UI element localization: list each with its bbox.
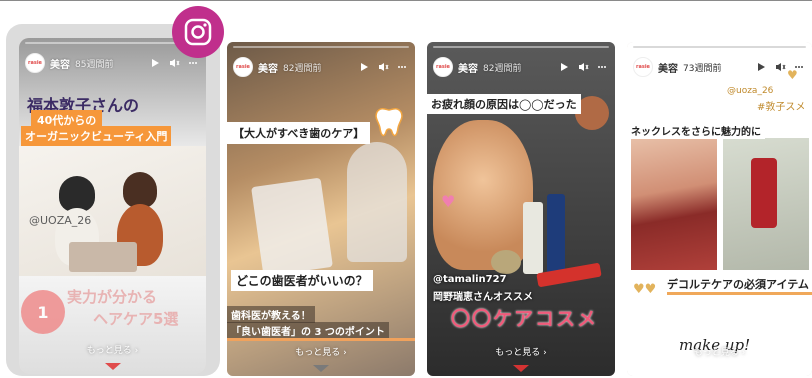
heart-icon: ♥ xyxy=(441,192,456,211)
posted-time: 82週間前 xyxy=(283,63,322,74)
play-icon[interactable] xyxy=(754,60,768,74)
underline-accent xyxy=(667,292,812,295)
mute-icon[interactable] xyxy=(576,60,590,74)
story-recommend: 岡野瑞恵さんオススメ xyxy=(433,292,533,303)
more-icon[interactable] xyxy=(395,60,409,74)
heart-icon: ♥♥ xyxy=(633,282,657,297)
story-title: 【大人がすべき歯のケア】 xyxy=(227,122,371,144)
product-table xyxy=(69,242,137,272)
story-card-4[interactable]: rasie 美容 73週間前 @uoza_26 #敦子スメ ♥ ネックレスをさら… xyxy=(627,42,812,376)
story-caption: ネックレスをさらに魅力的に xyxy=(627,122,765,139)
story-handle: @UOZA_26 xyxy=(29,214,92,227)
product-tube-1 xyxy=(523,202,543,274)
play-icon[interactable] xyxy=(557,60,571,74)
necklace-photo xyxy=(631,138,717,270)
story-handle: @tamalin727 xyxy=(433,274,507,285)
story-hashtag: #敦子スメ xyxy=(757,102,806,113)
story-title: お疲れ顔の原因は◯◯だった xyxy=(427,94,581,114)
story-card-1[interactable]: rasie 美容 85週間前 福本敦子さんの 40代からの オーガニックビューテ… xyxy=(19,38,206,374)
story-subtitle-2: オーガニックビューティ入門 xyxy=(21,126,172,146)
story-progress xyxy=(433,46,609,48)
story-line-1: 歯科医が教える！ xyxy=(227,306,315,323)
more-icon[interactable] xyxy=(595,60,609,74)
account-name[interactable]: 美容 xyxy=(258,60,278,75)
number-badge: 1 xyxy=(21,290,65,334)
posted-time: 82週間前 xyxy=(483,63,522,74)
chevron-down-icon xyxy=(104,363,121,370)
avatar[interactable]: rasie xyxy=(25,53,45,73)
avatar[interactable]: rasie xyxy=(633,57,653,77)
story-header: rasie 美容 73週間前 xyxy=(633,56,806,78)
product-tube-2 xyxy=(547,194,565,274)
avatar[interactable]: rasie xyxy=(233,57,253,77)
play-icon[interactable] xyxy=(357,60,371,74)
story-header: rasie 美容 82週間前 xyxy=(233,56,409,78)
story-question: どこの歯医者がいいの？ xyxy=(231,270,373,291)
story-header: rasie 美容 85週間前 xyxy=(25,52,200,74)
see-more-link[interactable]: もっと見る › xyxy=(627,345,812,358)
tooth-icon xyxy=(371,106,407,144)
story-line-2: 「良い歯医者」の 3 つのポイント xyxy=(227,322,389,339)
chevron-down-icon xyxy=(513,365,529,372)
oil-bottle xyxy=(751,158,777,228)
story-progress xyxy=(233,46,409,48)
play-icon[interactable] xyxy=(148,56,162,70)
see-more-link[interactable]: もっと見る › xyxy=(227,345,415,358)
mute-icon[interactable] xyxy=(167,56,181,70)
story-card-2[interactable]: rasie 美容 82週間前 【大人がすべき歯のケア】 どこの歯医者がいいの？ … xyxy=(227,42,415,376)
chevron-down-icon xyxy=(313,365,329,372)
story-caption-2: ヘアケア5選 xyxy=(93,310,179,328)
mute-icon[interactable] xyxy=(376,60,390,74)
story-progress xyxy=(633,46,806,48)
story-headline: 〇〇ケアコスメ xyxy=(451,308,599,330)
story-caption-1: 実力が分かる xyxy=(67,288,158,306)
posted-time: 73週間前 xyxy=(683,63,722,74)
account-name[interactable]: 美容 xyxy=(50,56,70,71)
story-card-3[interactable]: rasie 美容 82週間前 お疲れ顔の原因は◯◯だった ♥ @tamalin7… xyxy=(427,42,615,376)
mute-icon[interactable] xyxy=(773,60,787,74)
story-headline: デコルテケアの必須アイテム xyxy=(667,278,809,291)
more-icon[interactable] xyxy=(792,60,806,74)
account-name[interactable]: 美容 xyxy=(458,60,478,75)
instagram-icon[interactable] xyxy=(172,6,224,58)
posted-time: 85週間前 xyxy=(75,59,114,70)
story-handle: @uoza_26 xyxy=(727,86,774,96)
see-more-link[interactable]: もっと見る › xyxy=(19,343,206,356)
underline-accent xyxy=(227,338,415,341)
person-1-hair xyxy=(59,176,95,212)
person-2-hair xyxy=(123,172,157,208)
see-more-link[interactable]: もっと見る › xyxy=(427,345,615,358)
dentist-image xyxy=(347,142,407,262)
avatar[interactable]: rasie xyxy=(433,57,453,77)
story-header: rasie 美容 82週間前 xyxy=(433,56,609,78)
product-jar xyxy=(491,250,521,274)
top-divider xyxy=(0,0,812,1)
clipboard-image xyxy=(251,177,333,277)
account-name[interactable]: 美容 xyxy=(658,60,678,75)
more-icon[interactable] xyxy=(186,56,200,70)
